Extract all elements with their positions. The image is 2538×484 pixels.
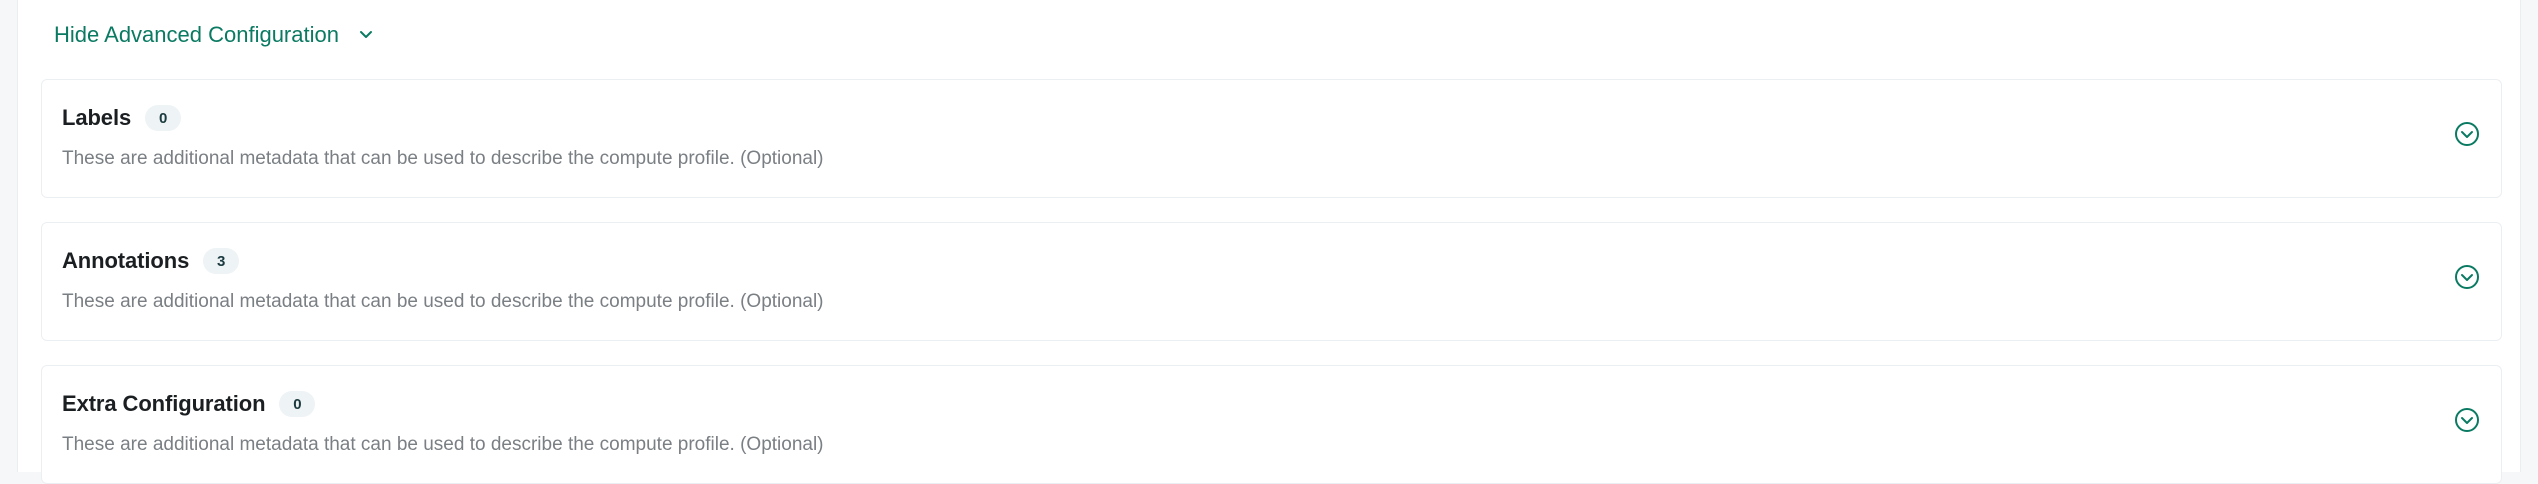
annotations-count-badge: 3 [203, 248, 240, 274]
labels-title: Labels [62, 105, 132, 130]
advanced-configuration-panel: Hide Advanced Configuration Labels 0 The… [17, 0, 2521, 484]
labels-description: These are additional metadata that can b… [62, 148, 824, 169]
labels-section[interactable]: Labels 0 These are additional metadata t… [41, 79, 2502, 198]
chevron-down-icon [355, 24, 377, 46]
labels-title-row: Labels 0 [62, 105, 182, 131]
chevron-circle-down-icon[interactable] [2453, 406, 2481, 434]
extra-configuration-section[interactable]: Extra Configuration 0 These are addition… [41, 365, 2502, 484]
annotations-description: These are additional metadata that can b… [62, 291, 824, 312]
annotations-title: Annotations [62, 248, 190, 273]
extra-configuration-count-badge: 0 [279, 391, 316, 417]
extra-configuration-title-row: Extra Configuration 0 [62, 391, 316, 417]
annotations-section[interactable]: Annotations 3 These are additional metad… [41, 222, 2502, 341]
annotations-title-row: Annotations 3 [62, 248, 240, 274]
chevron-circle-down-icon[interactable] [2453, 263, 2481, 291]
extra-configuration-description: These are additional metadata that can b… [62, 434, 824, 455]
labels-count-badge: 0 [145, 105, 182, 131]
hide-advanced-configuration-toggle[interactable]: Hide Advanced Configuration [54, 18, 377, 52]
extra-configuration-title: Extra Configuration [62, 391, 266, 416]
chevron-circle-down-icon[interactable] [2453, 120, 2481, 148]
hide-advanced-configuration-label: Hide Advanced Configuration [54, 22, 339, 47]
